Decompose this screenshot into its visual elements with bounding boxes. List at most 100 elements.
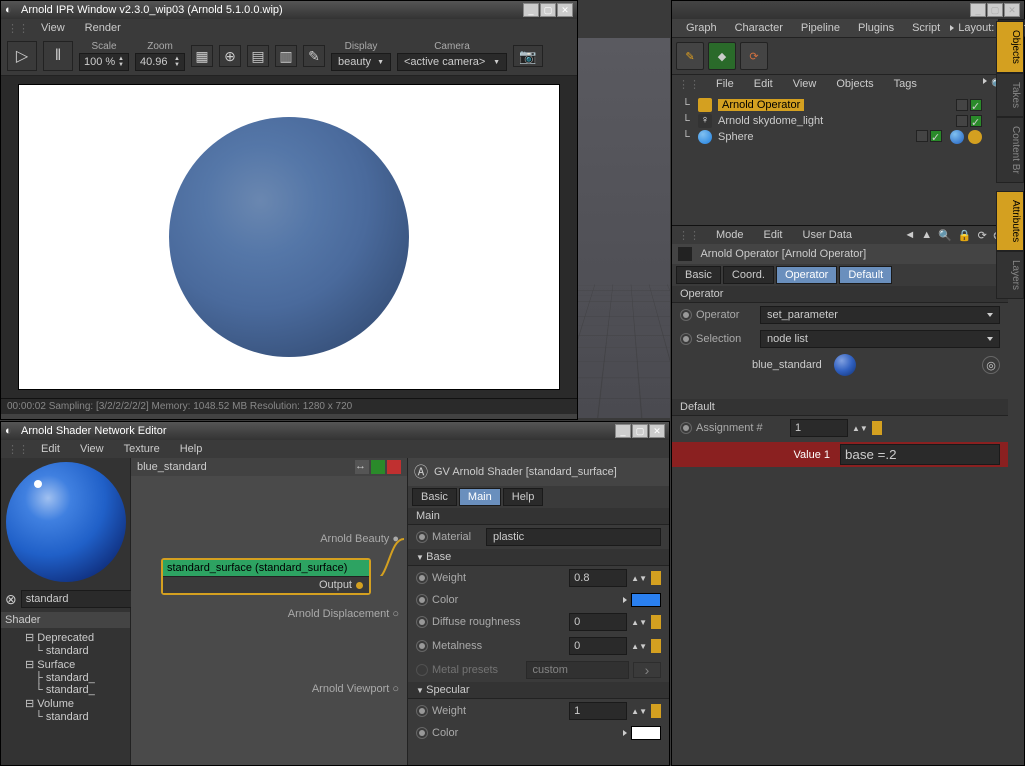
tab-operator[interactable]: Operator bbox=[776, 266, 837, 284]
spec-weight-radio[interactable] bbox=[416, 705, 428, 717]
spec-weight-slider[interactable] bbox=[651, 704, 661, 718]
color-radio[interactable] bbox=[416, 594, 428, 606]
menu-script[interactable]: Script bbox=[904, 20, 948, 36]
base-color-swatch[interactable] bbox=[631, 593, 661, 607]
close-button[interactable]: ✕ bbox=[649, 424, 665, 438]
metalness-radio[interactable] bbox=[416, 640, 428, 652]
close-button[interactable]: ✕ bbox=[557, 3, 573, 17]
tree-deprecated[interactable]: ⊟ Deprecated bbox=[7, 630, 124, 645]
diffuse-roughness-input[interactable] bbox=[569, 613, 627, 631]
tree-item[interactable]: ├ standard_ bbox=[7, 672, 124, 684]
base-section[interactable]: Base bbox=[408, 549, 669, 566]
selection-dropdown[interactable]: node list bbox=[760, 330, 1000, 348]
target-icon[interactable]: ◎ bbox=[982, 356, 1000, 374]
shader-tree[interactable]: ⊟ Deprecated └ standard ⊟ Surface ├ stan… bbox=[1, 628, 130, 765]
diffuse-slider[interactable] bbox=[651, 615, 661, 629]
clear-search-icon[interactable]: ⊗ bbox=[5, 591, 17, 608]
minimize-button[interactable]: _ bbox=[970, 3, 986, 17]
assignment-slider[interactable] bbox=[872, 421, 882, 435]
spec-color-swatch[interactable] bbox=[631, 726, 661, 740]
nav-search-icon[interactable]: 🔍 bbox=[938, 229, 952, 242]
attr-menu-mode[interactable]: Mode bbox=[708, 227, 752, 243]
obj-menu-tags[interactable]: Tags bbox=[886, 76, 925, 92]
color-arrow-icon[interactable] bbox=[623, 597, 627, 603]
tool-arrow-icon[interactable]: ⟳ bbox=[740, 42, 768, 70]
menu-texture[interactable]: Texture bbox=[116, 441, 168, 457]
object-name[interactable]: Arnold Operator bbox=[718, 99, 804, 111]
material-preview[interactable] bbox=[6, 462, 126, 582]
refresh-icon[interactable]: ⟳ bbox=[978, 229, 987, 242]
vtab-layers[interactable]: Layers bbox=[996, 251, 1024, 299]
render-canvas[interactable] bbox=[18, 84, 560, 390]
object-row-operator[interactable]: └ Arnold Operator ✓ bbox=[674, 97, 990, 113]
material-radio[interactable] bbox=[416, 531, 428, 543]
material-tag-icon[interactable] bbox=[950, 130, 964, 144]
obj-menu-objects[interactable]: Objects bbox=[828, 76, 881, 92]
menu-edit[interactable]: Edit bbox=[33, 441, 68, 457]
tab-help[interactable]: Help bbox=[503, 488, 544, 506]
tab-default[interactable]: Default bbox=[839, 266, 892, 284]
object-row-sphere[interactable]: └ Sphere ✓ bbox=[674, 129, 990, 145]
minimize-button[interactable]: _ bbox=[523, 3, 539, 17]
obj-menu-edit[interactable]: Edit bbox=[746, 76, 781, 92]
layout2-icon[interactable]: ▤ bbox=[247, 45, 269, 67]
assignment-radio[interactable] bbox=[680, 422, 692, 434]
object-name[interactable]: Arnold skydome_light bbox=[718, 115, 823, 127]
snapshot-icon[interactable]: 📷 bbox=[513, 45, 543, 67]
weight-slider[interactable] bbox=[651, 571, 661, 585]
object-row-skydome[interactable]: └ ♀ Arnold skydome_light ✓ bbox=[674, 113, 990, 129]
menu-pipeline[interactable]: Pipeline bbox=[793, 20, 848, 36]
tree-volume[interactable]: ⊟ Volume bbox=[7, 696, 124, 711]
metalness-slider[interactable] bbox=[651, 639, 661, 653]
value1-input[interactable] bbox=[840, 444, 1000, 465]
menu-render[interactable]: Render bbox=[77, 20, 129, 36]
spec-weight-input[interactable] bbox=[569, 702, 627, 720]
operator-dropdown[interactable]: set_parameter bbox=[760, 306, 1000, 324]
tree-item[interactable]: └ standard bbox=[7, 711, 124, 723]
shader-titlebar[interactable]: ◐ Arnold Shader Network Editor _ ▢ ✕ bbox=[1, 422, 669, 440]
tree-item[interactable]: └ standard_ bbox=[7, 684, 124, 696]
nav-up-icon[interactable]: ▲ bbox=[921, 229, 932, 242]
node-output-port[interactable]: Output bbox=[163, 576, 369, 593]
globe-icon[interactable]: ⊕ bbox=[219, 45, 241, 67]
weight-radio[interactable] bbox=[416, 572, 428, 584]
brush-icon[interactable]: ✎ bbox=[303, 45, 325, 67]
tab-basic[interactable]: Basic bbox=[412, 488, 457, 506]
close-button[interactable]: ✕ bbox=[1004, 3, 1020, 17]
graph-tool-icon[interactable] bbox=[371, 460, 385, 474]
maximize-button[interactable]: ▢ bbox=[540, 3, 556, 17]
vtab-objects[interactable]: Objects bbox=[996, 21, 1024, 73]
viewport[interactable] bbox=[577, 38, 670, 418]
operator-radio[interactable] bbox=[680, 309, 692, 321]
metalness-input[interactable] bbox=[569, 637, 627, 655]
maximize-button[interactable]: ▢ bbox=[632, 424, 648, 438]
tab-main[interactable]: Main bbox=[459, 488, 501, 506]
attr-menu-edit[interactable]: Edit bbox=[756, 227, 791, 243]
shader-graph[interactable]: blue_standard ↔ Arnold Beauty ● Arnold D… bbox=[131, 458, 407, 765]
assignment-input[interactable] bbox=[790, 419, 848, 437]
tag-icon[interactable] bbox=[968, 130, 982, 144]
attr-menu-userdata[interactable]: User Data bbox=[795, 227, 861, 243]
display-dropdown[interactable]: beauty▼ bbox=[331, 53, 391, 71]
menu-view[interactable]: View bbox=[33, 20, 73, 36]
object-name[interactable]: Sphere bbox=[718, 131, 753, 143]
layout3-icon[interactable]: ▥ bbox=[275, 45, 297, 67]
layout1-icon[interactable]: ▦ bbox=[191, 45, 213, 67]
maximize-button[interactable]: ▢ bbox=[987, 3, 1003, 17]
ipr-titlebar[interactable]: ◐ Arnold IPR Window v2.3.0_wip03 (Arnold… bbox=[1, 1, 577, 19]
tree-item[interactable]: └ standard bbox=[7, 645, 124, 657]
menu-graph[interactable]: Graph bbox=[678, 20, 725, 36]
graph-tool-icon[interactable] bbox=[387, 460, 401, 474]
vtab-attributes[interactable]: Attributes bbox=[996, 191, 1024, 251]
nav-arrow-icon[interactable] bbox=[983, 78, 987, 84]
minimize-button[interactable]: _ bbox=[615, 424, 631, 438]
nav-back-icon[interactable]: ◄ bbox=[904, 229, 915, 242]
lock-icon[interactable]: 🔒 bbox=[958, 229, 972, 242]
menu-view[interactable]: View bbox=[72, 441, 112, 457]
pause-button[interactable]: ‖ bbox=[43, 41, 73, 71]
shader-tree-header[interactable]: Shader bbox=[1, 612, 130, 628]
obj-menu-file[interactable]: File bbox=[708, 76, 742, 92]
menu-help[interactable]: Help bbox=[172, 441, 211, 457]
diffuse-radio[interactable] bbox=[416, 616, 428, 628]
tool-spline-icon[interactable]: ✎ bbox=[676, 42, 704, 70]
